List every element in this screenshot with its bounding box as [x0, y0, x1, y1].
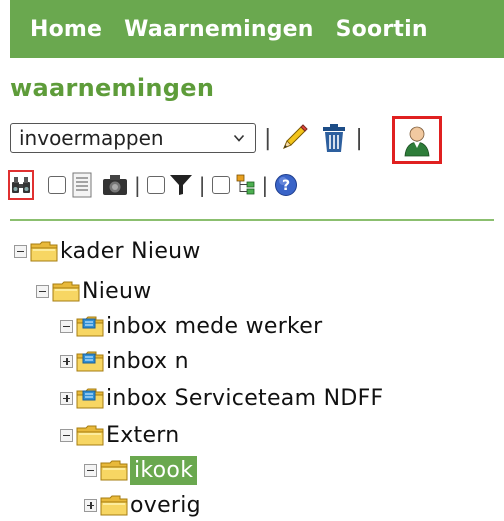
tree-node-inbox-mede-werker[interactable]: inbox mede werker: [60, 309, 323, 343]
tree-node-inbox-n[interactable]: inbox n: [60, 344, 189, 378]
tree-node-nieuw[interactable]: Nieuw: [36, 274, 152, 308]
folder-icon: [100, 494, 128, 516]
tree-node-kader-nieuw[interactable]: kader Nieuw: [14, 234, 201, 268]
nav-soortinfo-link[interactable]: Soortin: [336, 17, 428, 42]
binoculars-icon: [12, 177, 30, 193]
folder-icon: [52, 280, 80, 302]
nav-waarnemingen-link[interactable]: Waarnemingen: [124, 17, 313, 42]
expand-icon[interactable]: [84, 498, 97, 512]
filter-checkbox[interactable]: [146, 176, 165, 194]
user-icon: [404, 126, 430, 157]
user-button[interactable]: [392, 116, 442, 164]
tree-node-label[interactable]: inbox Serviceteam NDFF: [106, 386, 384, 411]
folder-icon: [100, 459, 128, 481]
tree-node-label[interactable]: overig: [130, 493, 201, 518]
inbox-folder-icon: [76, 315, 104, 337]
trash-icon[interactable]: [321, 123, 347, 153]
camera-icon[interactable]: [102, 174, 128, 196]
collapse-icon[interactable]: [60, 428, 73, 442]
inbox-folder-icon: [76, 350, 104, 372]
tree-node-extern[interactable]: Extern: [60, 418, 179, 452]
folder-select-value: invoermappen: [19, 126, 164, 150]
nav-home-link[interactable]: Home: [30, 17, 102, 42]
folder-icon: [76, 424, 104, 446]
expand-icon[interactable]: [60, 391, 73, 405]
document-checkbox[interactable]: [48, 176, 66, 194]
separator: |: [261, 173, 269, 197]
page-title: waarnemingen: [10, 74, 215, 102]
collapse-icon[interactable]: [14, 244, 27, 258]
tree-node-label[interactable]: inbox n: [106, 349, 189, 374]
document-icon[interactable]: [72, 172, 92, 198]
folder-select[interactable]: invoermappen: [10, 123, 256, 153]
tree-node-label[interactable]: inbox mede werker: [106, 314, 323, 339]
toolbar-secondary: | | | ?: [8, 168, 298, 202]
expand-icon[interactable]: [60, 354, 73, 368]
tree-node-label[interactable]: Extern: [106, 423, 179, 448]
separator: |: [355, 125, 363, 151]
tree-structure-icon[interactable]: [236, 174, 256, 196]
collapse-icon[interactable]: [36, 284, 49, 298]
tree-node-label[interactable]: Nieuw: [82, 279, 152, 304]
tree-node-label-selected[interactable]: ikook: [130, 455, 198, 485]
tree-node-overig[interactable]: overig: [84, 488, 201, 521]
top-navigation: Home Waarnemingen Soortin: [10, 0, 504, 58]
help-icon[interactable]: ?: [274, 173, 298, 197]
toolbar-primary: invoermappen | |: [10, 118, 371, 158]
tree-node-inbox-serviceteam[interactable]: inbox Serviceteam NDFF: [60, 381, 384, 415]
binoculars-button[interactable]: [8, 170, 34, 200]
divider: [10, 219, 494, 221]
collapse-icon[interactable]: [60, 319, 73, 333]
tree-structure-checkbox[interactable]: [211, 176, 230, 194]
tree-node-label[interactable]: kader Nieuw: [60, 239, 201, 264]
separator: |: [264, 125, 272, 151]
chevron-down-icon: [233, 134, 245, 142]
tree-node-ikook[interactable]: ikook: [84, 453, 198, 487]
separator: |: [134, 173, 141, 197]
folder-icon: [30, 240, 58, 262]
filter-icon[interactable]: [169, 174, 193, 196]
separator: |: [198, 173, 206, 197]
svg-text:?: ?: [282, 178, 290, 194]
pencil-icon[interactable]: [279, 123, 309, 153]
collapse-icon[interactable]: [84, 463, 97, 477]
inbox-folder-icon: [76, 387, 104, 409]
